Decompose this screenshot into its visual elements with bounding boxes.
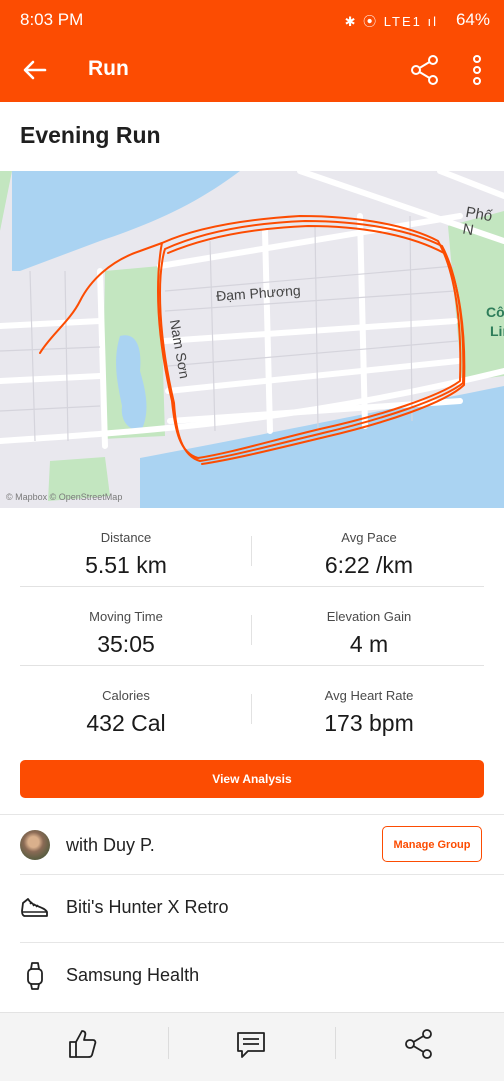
- comment-icon[interactable]: [234, 1027, 268, 1061]
- poi-label-co: Cô: [486, 304, 504, 320]
- bottom-action-bar: [0, 1012, 504, 1081]
- battery-level: 64%: [455, 10, 490, 29]
- stat-label: Moving Time: [89, 609, 163, 624]
- stat-moving-time: Moving Time 35:05: [0, 587, 252, 658]
- poi-label-lin: Lin: [490, 323, 504, 339]
- stat-calories: Calories 432 Cal: [0, 666, 252, 737]
- stat-avg-heart-rate: Avg Heart Rate 173 bpm: [243, 666, 495, 737]
- group-row[interactable]: with Duy P. Manage Group: [0, 814, 504, 880]
- stat-value: 35:05: [97, 631, 155, 657]
- stat-elevation-gain: Elevation Gain 4 m: [243, 587, 495, 658]
- device-row[interactable]: Samsung Health: [0, 944, 504, 1010]
- stat-value: 432 Cal: [86, 710, 166, 736]
- gear-row[interactable]: Biti's Hunter X Retro: [0, 876, 504, 942]
- stat-value: 4 m: [349, 631, 389, 657]
- group-text: with Duy P.: [66, 835, 155, 855]
- back-arrow-icon[interactable]: [20, 55, 50, 85]
- status-icons: ✱ ⦿ LTE1 ıl: [344, 14, 438, 29]
- watch-icon: [27, 962, 43, 990]
- avatar[interactable]: [20, 830, 50, 860]
- share-icon[interactable]: [402, 1027, 436, 1061]
- stats-row: Calories 432 Cal Avg Heart Rate 173 bpm: [0, 666, 504, 745]
- activity-title: Evening Run: [20, 122, 161, 148]
- map-attribution[interactable]: © Mapbox © OpenStreetMap: [6, 492, 122, 502]
- status-time: 8:03 PM: [20, 10, 84, 29]
- stat-label: Avg Pace: [341, 530, 397, 545]
- stat-label: Elevation Gain: [326, 609, 412, 624]
- device-name: Samsung Health: [66, 965, 200, 985]
- stat-avg-pace: Avg Pace 6:22 /km: [243, 508, 495, 579]
- app-bar: Run: [0, 38, 504, 102]
- stat-label: Avg Heart Rate: [324, 688, 414, 703]
- stat-value: 6:22 /km: [324, 552, 414, 578]
- stats-grid: Distance 5.51 km Avg Pace 6:22 /km Movin…: [0, 508, 504, 745]
- stat-label: Calories: [102, 688, 150, 703]
- more-vertical-icon[interactable]: [466, 52, 488, 88]
- action-divider: [168, 1027, 169, 1059]
- stat-label: Distance: [100, 530, 152, 545]
- stat-value: 173 bpm: [324, 710, 414, 736]
- gear-name: Biti's Hunter X Retro: [66, 897, 229, 917]
- thumbs-up-icon[interactable]: [66, 1027, 100, 1061]
- view-analysis-button[interactable]: View Analysis: [20, 760, 484, 798]
- page-title: Run: [88, 57, 129, 80]
- stat-distance: Distance 5.51 km: [0, 508, 252, 579]
- shoe-icon: [21, 898, 48, 917]
- stat-value: 5.51 km: [85, 552, 167, 578]
- stats-row: Moving Time 35:05 Elevation Gain 4 m: [0, 587, 504, 666]
- row-divider: [20, 942, 504, 943]
- row-divider: [20, 874, 504, 875]
- street-label-pho: Phố N: [461, 203, 494, 240]
- manage-group-button[interactable]: Manage Group: [382, 826, 482, 862]
- route-map[interactable]: Đạm Phương Nam Sơn Phố N Cô Lin © Mapbox…: [0, 171, 504, 508]
- action-divider: [335, 1027, 336, 1059]
- stats-row: Distance 5.51 km Avg Pace 6:22 /km: [0, 508, 504, 587]
- share-icon[interactable]: [408, 53, 442, 87]
- status-bar: 8:03 PM ✱ ⦿ LTE1 ıl 64%: [0, 0, 504, 38]
- map-canvas: [0, 171, 504, 508]
